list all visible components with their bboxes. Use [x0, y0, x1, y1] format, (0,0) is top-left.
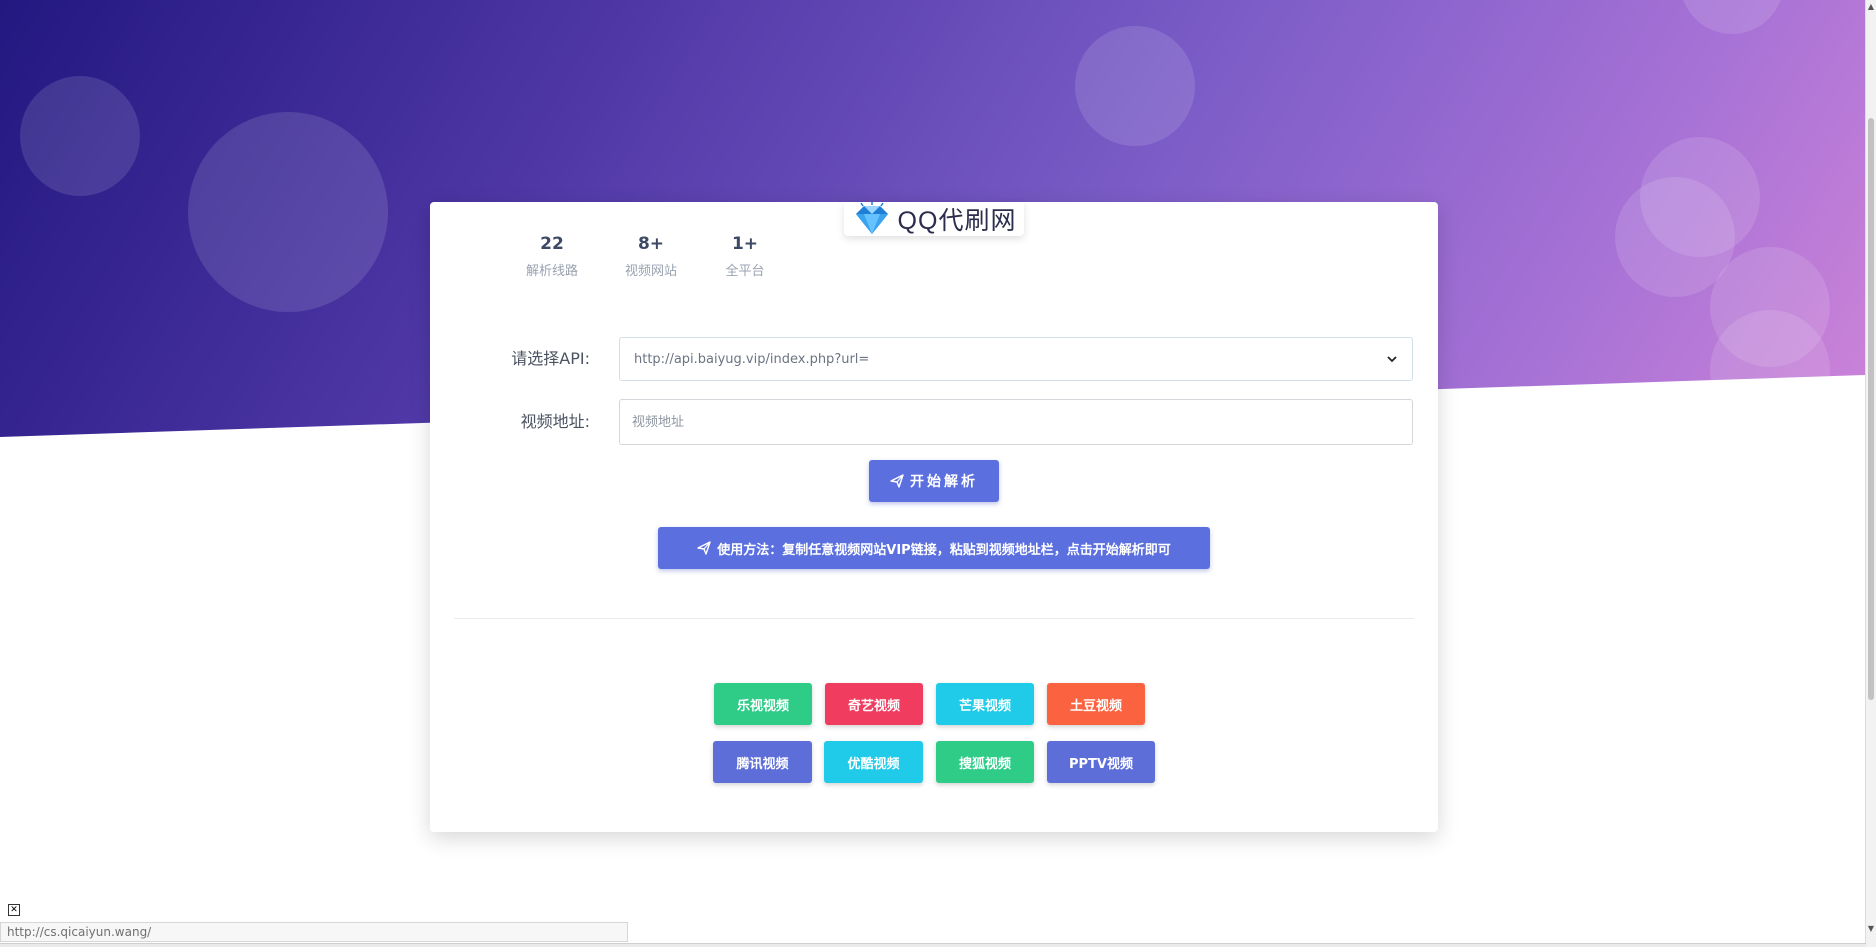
stat-routes: 22 解析线路: [507, 234, 597, 279]
decor-bubble: [1710, 310, 1830, 430]
stat-sites-number: 8+: [637, 234, 665, 254]
site-button-tudou[interactable]: 土豆视频: [1047, 683, 1145, 725]
site-button-letv[interactable]: 乐视视频: [714, 683, 812, 725]
site-button-iqiyi[interactable]: 奇艺视频: [825, 683, 923, 725]
parser-card: QQ代刷网 22 解析线路 8+ 视频网站 1+ 全平台 请选择API: htt…: [430, 202, 1438, 832]
decor-bubble: [1680, 0, 1784, 34]
status-bar-url: http://cs.qicaiyun.wang/: [0, 922, 628, 942]
stat-sites-label: 视频网站: [624, 264, 677, 279]
site-button-label: 搜狐视频: [958, 756, 1011, 772]
api-select-value: http://api.baiyug.vip/index.php?url=: [634, 351, 870, 367]
paper-plane-icon: [697, 541, 711, 555]
site-button-label: 乐视视频: [736, 698, 789, 714]
scroll-up-icon[interactable]: ▲: [1867, 2, 1875, 12]
site-button-label: 土豆视频: [1069, 698, 1122, 714]
video-url-input[interactable]: [619, 399, 1413, 445]
decor-bubble: [20, 76, 140, 196]
site-button-mango[interactable]: 芒果视频: [936, 683, 1034, 725]
api-label: 请选择API:: [511, 349, 590, 368]
site-logo: QQ代刷网: [844, 202, 1024, 236]
stat-sites: 8+ 视频网站: [606, 234, 696, 279]
stat-platform-number: 1+: [731, 234, 759, 254]
vertical-scrollbar[interactable]: ▲ ▼: [1865, 0, 1876, 947]
usage-instructions: 使用方法：复制任意视频网站VIP链接，粘贴到视频地址栏，点击开始解析即可: [658, 527, 1210, 569]
usage-text: 使用方法：复制任意视频网站VIP链接，粘贴到视频地址栏，点击开始解析即可: [717, 542, 1171, 558]
site-button-label: 奇艺视频: [847, 698, 900, 714]
site-button-sohu[interactable]: 搜狐视频: [936, 741, 1034, 783]
logo-text: QQ代刷网: [897, 207, 1017, 235]
diamond-icon: [855, 202, 888, 234]
site-button-label: 芒果视频: [958, 698, 1011, 714]
site-button-pptv[interactable]: PPTV视频: [1047, 741, 1155, 783]
close-icon[interactable]: ✕: [8, 904, 20, 916]
decor-bubble: [188, 112, 388, 312]
site-button-label: PPTV视频: [1069, 756, 1133, 772]
site-button-youku[interactable]: 优酷视频: [824, 741, 923, 783]
chevron-down-icon: [1387, 356, 1397, 363]
page: QQ代刷网 22 解析线路 8+ 视频网站 1+ 全平台 请选择API: htt…: [0, 0, 1876, 947]
start-parse-label: 开始解析: [910, 473, 978, 489]
scroll-down-icon[interactable]: ▼: [1867, 924, 1875, 934]
paper-plane-icon: [890, 474, 904, 488]
site-button-tencent[interactable]: 腾讯视频: [713, 741, 812, 783]
site-button-label: 腾讯视频: [736, 756, 789, 772]
stat-platform-label: 全平台: [725, 264, 765, 279]
stat-routes-label: 解析线路: [525, 264, 578, 279]
video-url-label: 视频地址:: [520, 412, 590, 431]
scrollbar-thumb[interactable]: [1868, 118, 1874, 700]
window-bottom-edge: [0, 943, 1866, 947]
divider: [454, 618, 1414, 619]
api-select[interactable]: http://api.baiyug.vip/index.php?url=: [619, 337, 1413, 381]
stat-routes-number: 22: [540, 234, 564, 254]
site-button-label: 优酷视频: [847, 756, 900, 772]
stat-platform: 1+ 全平台: [700, 234, 790, 279]
decor-bubble: [1075, 26, 1195, 146]
start-parse-button[interactable]: 开始解析: [869, 460, 999, 502]
